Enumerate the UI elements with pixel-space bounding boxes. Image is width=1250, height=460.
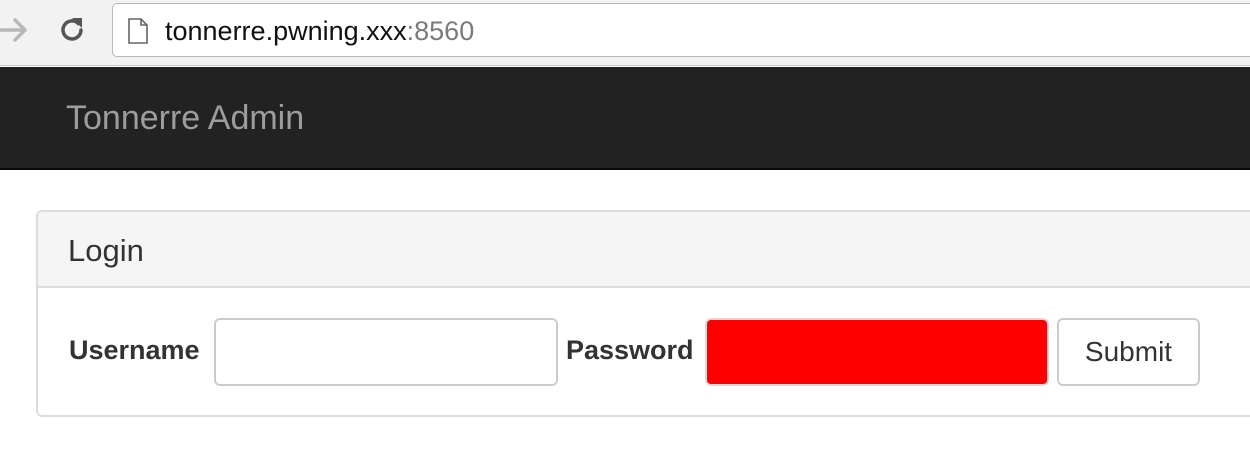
reload-icon: [61, 18, 83, 41]
url-host: tonnerre.pwning.xxx: [165, 16, 407, 46]
address-bar[interactable]: tonnerre.pwning.xxx:8560: [112, 3, 1250, 57]
forward-arrow-icon: [0, 18, 27, 42]
reload-button[interactable]: [52, 10, 92, 50]
password-label: Password: [566, 335, 694, 365]
login-panel-heading: Login: [38, 212, 1250, 288]
browser-toolbar: tonnerre.pwning.xxx:8560: [0, 0, 1250, 66]
submit-button[interactable]: Submit: [1057, 318, 1200, 386]
document-icon: [128, 18, 148, 44]
panel-title: Login: [68, 233, 144, 268]
forward-button[interactable]: [0, 10, 34, 50]
username-label: Username: [69, 335, 200, 365]
url-text: tonnerre.pwning.xxx:8560: [165, 16, 474, 46]
url-port: :8560: [406, 16, 475, 46]
username-input[interactable]: [214, 318, 558, 386]
login-panel: Login Username Password Submit: [36, 210, 1250, 417]
password-input[interactable]: [705, 318, 1049, 386]
navbar: Tonnerre Admin: [0, 67, 1250, 170]
navbar-brand[interactable]: Tonnerre Admin: [66, 99, 304, 137]
